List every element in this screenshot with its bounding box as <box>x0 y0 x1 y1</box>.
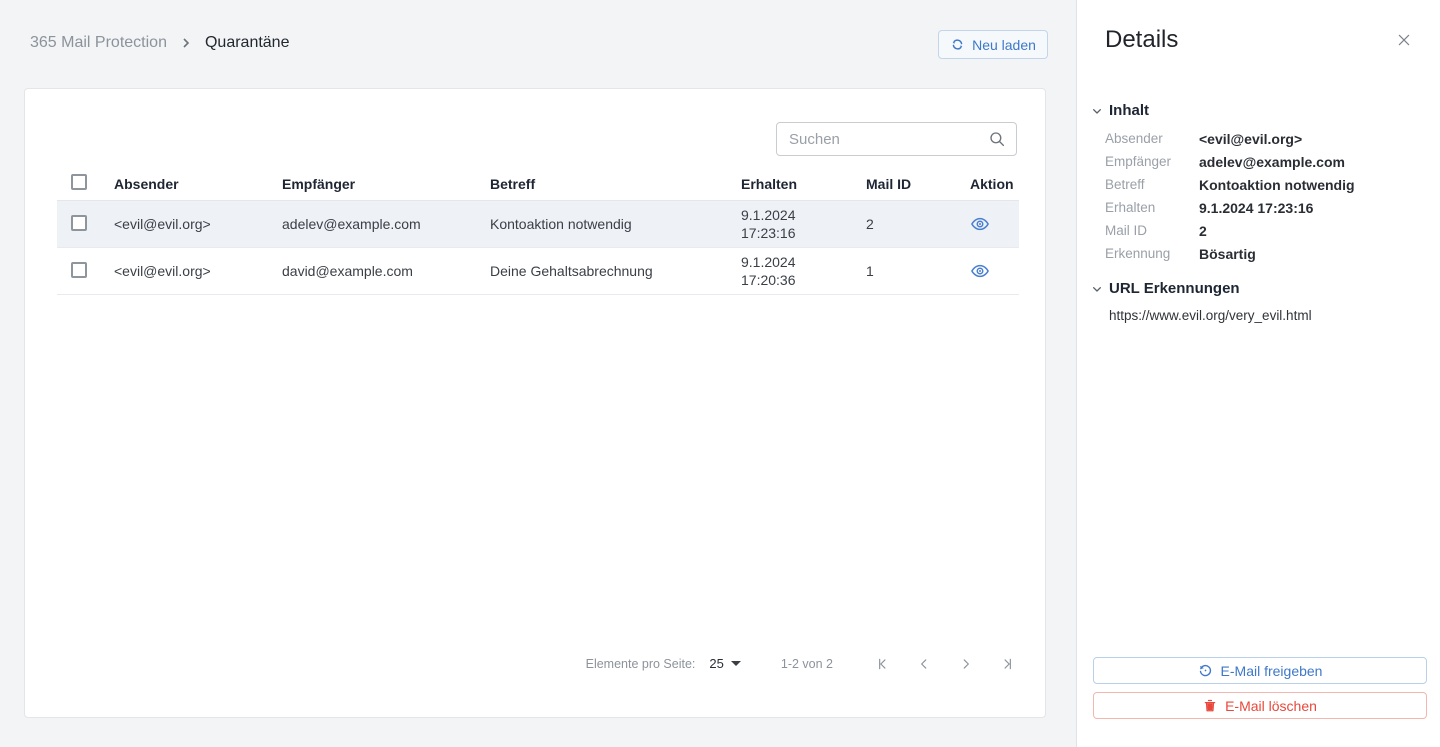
quarantine-card: Absender Empfänger Betreff Erhalten Mail… <box>24 88 1046 718</box>
details-panel-title: Details <box>1105 26 1178 54</box>
refresh-icon <box>950 37 965 52</box>
column-header-erhalten: Erhalten <box>741 176 866 192</box>
reload-button[interactable]: Neu laden <box>938 30 1048 59</box>
cell-mail-id: 2 <box>866 216 956 232</box>
cell-betreff: Deine Gehaltsabrechnung <box>490 263 741 279</box>
next-page-button[interactable] <box>959 657 973 671</box>
items-per-page-label: Elemente pro Seite: <box>586 657 696 671</box>
release-email-button[interactable]: E-Mail freigeben <box>1093 657 1427 684</box>
breadcrumb-parent[interactable]: 365 Mail Protection <box>30 34 167 52</box>
section-url-erkennungen-toggle[interactable]: URL Erkennungen <box>1093 280 1426 297</box>
previous-page-button[interactable] <box>917 657 931 671</box>
table-row[interactable]: <evil@evil.org> david@example.com Deine … <box>57 248 1019 295</box>
cell-absender: <evil@evil.org> <box>114 216 282 232</box>
field-value: 9.1.2024 17:23:16 <box>1199 200 1426 216</box>
close-icon[interactable] <box>1396 32 1412 48</box>
breadcrumb: 365 Mail Protection Quarantäne <box>30 34 289 52</box>
view-details-eye-icon[interactable] <box>970 261 990 281</box>
delete-email-button[interactable]: E-Mail löschen <box>1093 692 1427 719</box>
column-header-betreff: Betreff <box>490 176 741 192</box>
field-value: 2 <box>1199 223 1426 239</box>
breadcrumb-current: Quarantäne <box>205 34 290 52</box>
select-all-checkbox[interactable] <box>71 174 87 190</box>
reload-button-label: Neu laden <box>972 37 1036 53</box>
field-label: Betreff <box>1105 177 1199 193</box>
row-checkbox[interactable] <box>71 262 87 278</box>
inhalt-fields: Absender <evil@evil.org> Empfänger adele… <box>1105 131 1426 262</box>
quarantine-table: Absender Empfänger Betreff Erhalten Mail… <box>57 167 1019 295</box>
section-inhalt-toggle[interactable]: Inhalt <box>1093 102 1426 119</box>
field-value: Bösartig <box>1199 246 1426 262</box>
table-row[interactable]: <evil@evil.org> adelev@example.com Konto… <box>57 201 1019 248</box>
table-header-row: Absender Empfänger Betreff Erhalten Mail… <box>57 167 1019 201</box>
field-label: Mail ID <box>1105 223 1199 239</box>
cell-erhalten: 9.1.2024 17:23:16 <box>741 201 866 247</box>
detected-url: https://www.evil.org/very_evil.html <box>1109 308 1426 323</box>
first-page-button[interactable] <box>875 657 889 671</box>
cell-erhalten: 9.1.2024 17:20:36 <box>741 248 866 294</box>
cell-betreff: Kontoaktion notwendig <box>490 216 741 232</box>
cell-empfaenger: adelev@example.com <box>282 216 490 232</box>
release-email-label: E-Mail freigeben <box>1221 663 1323 679</box>
field-label: Erhalten <box>1105 200 1199 216</box>
field-label: Erkennung <box>1105 246 1199 262</box>
field-value: Kontoaktion notwendig <box>1199 177 1426 193</box>
column-header-absender: Absender <box>114 176 282 192</box>
cell-absender: <evil@evil.org> <box>114 263 282 279</box>
restore-icon <box>1198 663 1213 678</box>
pagination: Elemente pro Seite: 25 1-2 von 2 <box>586 656 1015 671</box>
field-label: Absender <box>1105 131 1199 147</box>
chevron-down-icon <box>1089 281 1105 297</box>
trash-icon <box>1203 698 1217 713</box>
search-input[interactable] <box>789 131 988 148</box>
field-label: Empfänger <box>1105 154 1199 170</box>
caret-down-icon <box>731 661 741 666</box>
breadcrumb-separator-icon <box>181 38 191 48</box>
items-per-page-select[interactable]: 25 <box>709 656 740 671</box>
view-details-eye-icon[interactable] <box>970 214 990 234</box>
last-page-button[interactable] <box>1001 657 1015 671</box>
column-header-mail-id: Mail ID <box>866 176 956 192</box>
pagination-range: 1-2 von 2 <box>781 657 833 671</box>
details-panel: Details Inhalt Absender <evil@evil.org> … <box>1076 0 1440 747</box>
search-box <box>776 122 1017 156</box>
column-header-empfaenger: Empfänger <box>282 176 490 192</box>
row-checkbox[interactable] <box>71 215 87 231</box>
column-header-aktion: Aktion <box>956 176 1019 192</box>
field-value: <evil@evil.org> <box>1199 131 1426 147</box>
chevron-down-icon <box>1089 103 1105 119</box>
search-icon[interactable] <box>988 130 1006 148</box>
delete-email-label: E-Mail löschen <box>1225 698 1317 714</box>
cell-mail-id: 1 <box>866 263 956 279</box>
field-value: adelev@example.com <box>1199 154 1426 170</box>
cell-empfaenger: david@example.com <box>282 263 490 279</box>
